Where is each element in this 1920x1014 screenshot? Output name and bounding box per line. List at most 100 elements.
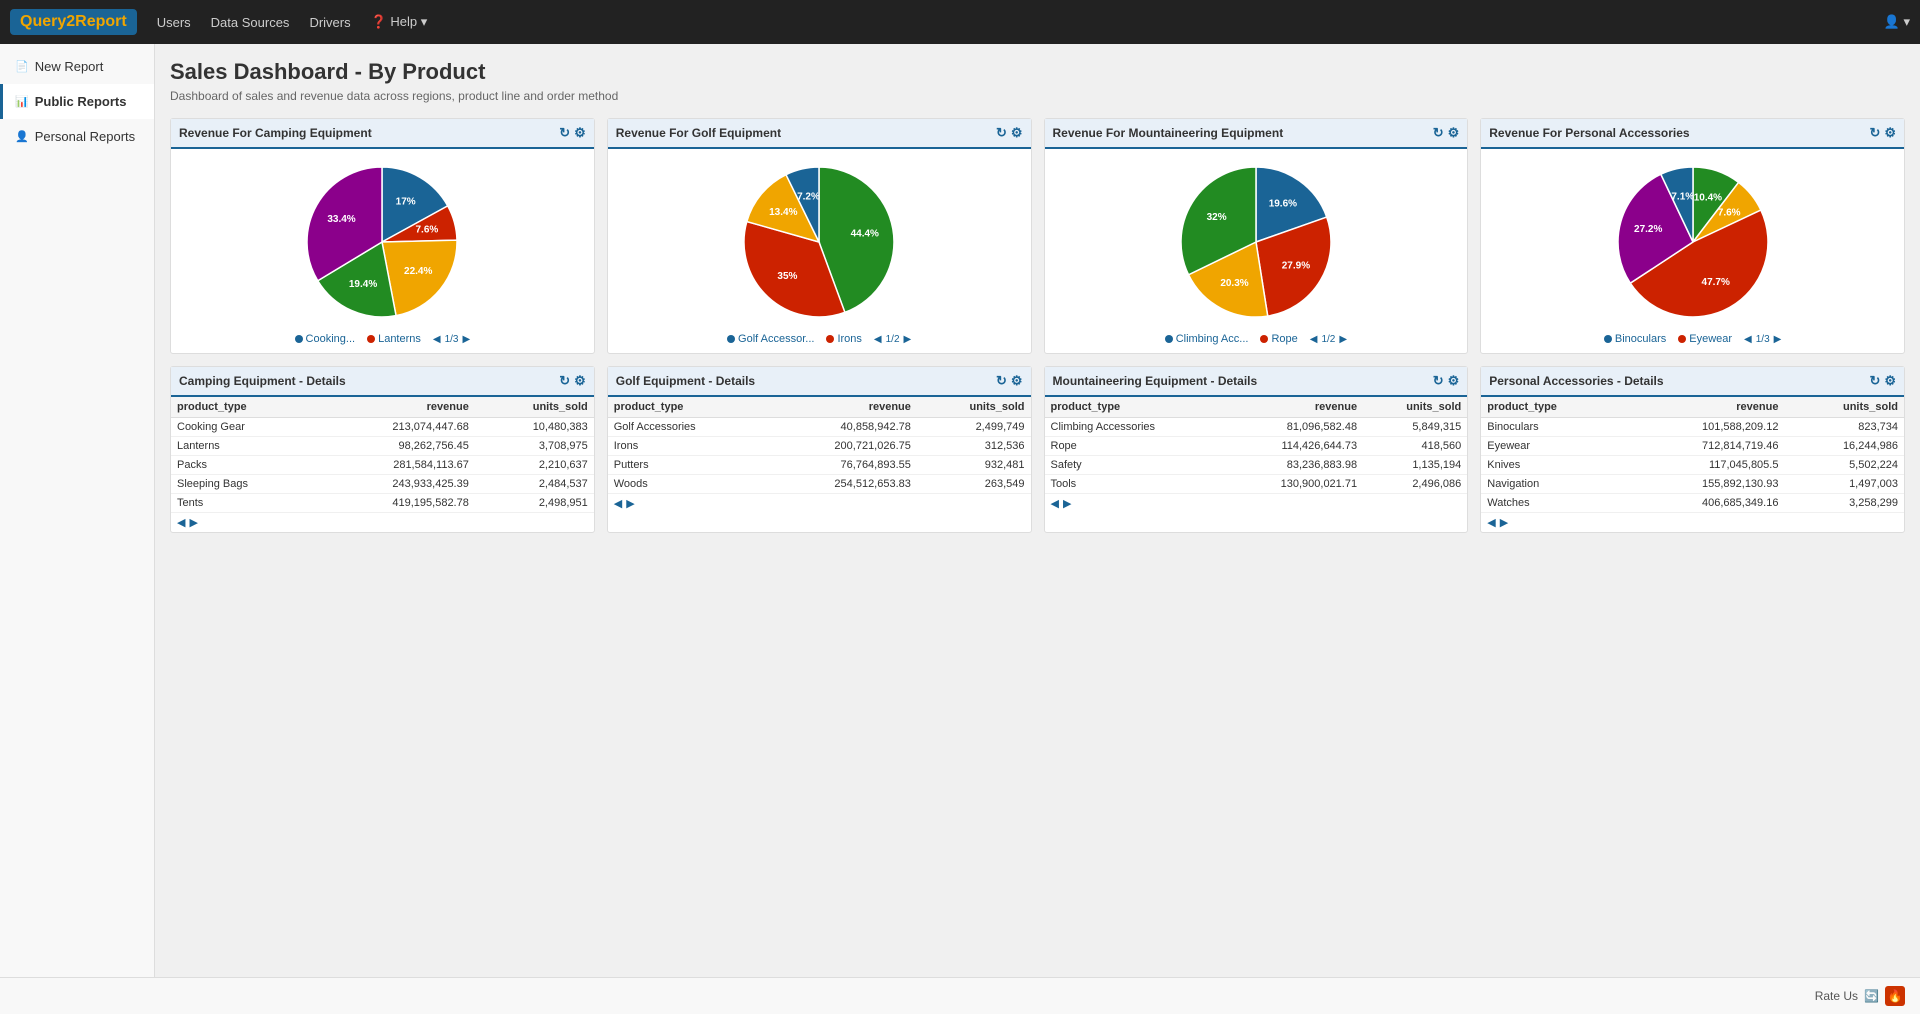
user-menu[interactable]: 👤 ▾ xyxy=(1884,14,1910,30)
table-cell: Navigation xyxy=(1481,475,1627,494)
table-nav-camping-table[interactable]: ◀ ▶ xyxy=(171,513,594,532)
table-settings-icon[interactable]: ⚙ xyxy=(574,373,586,389)
table-cell: Safety xyxy=(1045,456,1226,475)
chart-header-golf: Revenue For Golf Equipment ↻ ⚙ xyxy=(608,119,1031,149)
footer-fire-icon[interactable]: 🔥 xyxy=(1885,986,1905,1006)
chart-nav-golf[interactable]: ◀ 1/2 ▶ xyxy=(874,334,911,345)
table-row: Golf Accessories40,858,942.782,499,749 xyxy=(608,418,1031,437)
chart-legend-golf: Golf Accessor... Irons◀ 1/2 ▶ xyxy=(727,333,911,345)
table-settings-icon[interactable]: ⚙ xyxy=(1448,373,1460,389)
pie-label-0: 44.4% xyxy=(851,228,879,239)
chart-refresh-icon-golf[interactable]: ↻ xyxy=(996,125,1007,141)
table-next-icon[interactable]: ▶ xyxy=(189,516,197,529)
pie-label-0: 17% xyxy=(396,197,416,208)
table-nav-mountaineering-table[interactable]: ◀ ▶ xyxy=(1045,494,1468,513)
legend-label: Binoculars xyxy=(1615,333,1666,345)
pie-label-4: 33.4% xyxy=(328,214,356,225)
nav-drivers[interactable]: Drivers xyxy=(309,15,350,30)
table-refresh-icon[interactable]: ↻ xyxy=(1869,373,1880,389)
prev-icon[interactable]: ◀ xyxy=(1744,334,1752,345)
table-refresh-icon[interactable]: ↻ xyxy=(1433,373,1444,389)
data-table-camping-table: product_typerevenueunits_soldCooking Gea… xyxy=(171,397,594,513)
table-settings-icon[interactable]: ⚙ xyxy=(1011,373,1023,389)
table-cell: 76,764,893.55 xyxy=(767,456,917,475)
table-cell: 3,258,299 xyxy=(1784,494,1904,513)
legend-dot xyxy=(1260,335,1268,343)
table-cell: Irons xyxy=(608,437,767,456)
table-cell: 1,135,194 xyxy=(1363,456,1467,475)
chart-nav-mountaineering[interactable]: ◀ 1/2 ▶ xyxy=(1310,334,1347,345)
chart-settings-icon-personal[interactable]: ⚙ xyxy=(1884,125,1896,141)
table-column-header: units_sold xyxy=(1784,397,1904,418)
sidebar-item-new-report[interactable]: 📄 New Report xyxy=(0,49,154,84)
table-column-header: product_type xyxy=(1481,397,1627,418)
table-row: Eyewear712,814,719.4616,244,986 xyxy=(1481,437,1904,456)
next-icon[interactable]: ▶ xyxy=(463,334,471,345)
table-card-personal-table: Personal Accessories - Details ↻ ⚙ produ… xyxy=(1480,366,1905,533)
chart-nav-personal[interactable]: ◀ 1/3 ▶ xyxy=(1744,334,1781,345)
table-prev-icon[interactable]: ◀ xyxy=(177,516,185,529)
table-next-icon[interactable]: ▶ xyxy=(1063,497,1071,510)
next-icon[interactable]: ▶ xyxy=(1339,334,1347,345)
table-refresh-icon[interactable]: ↻ xyxy=(996,373,1007,389)
pie-svg-golf: 44.4%35%13.4%7.2% xyxy=(734,157,904,327)
table-column-header: product_type xyxy=(608,397,767,418)
footer-refresh-icon[interactable]: 🔄 xyxy=(1864,989,1879,1003)
next-icon[interactable]: ▶ xyxy=(1774,334,1782,345)
data-table-golf-table: product_typerevenueunits_soldGolf Access… xyxy=(608,397,1031,494)
table-nav-golf-table[interactable]: ◀ ▶ xyxy=(608,494,1031,513)
table-cell: 5,502,224 xyxy=(1784,456,1904,475)
table-prev-icon[interactable]: ◀ xyxy=(1487,516,1495,529)
chart-nav-camping[interactable]: ◀ 1/3 ▶ xyxy=(433,334,470,345)
prev-icon[interactable]: ◀ xyxy=(874,334,882,345)
nav-data-sources[interactable]: Data Sources xyxy=(211,15,290,30)
table-settings-icon[interactable]: ⚙ xyxy=(1884,373,1896,389)
table-cell: Tents xyxy=(171,494,318,513)
table-cell: 213,074,447.68 xyxy=(318,418,475,437)
chart-refresh-icon-personal[interactable]: ↻ xyxy=(1869,125,1880,141)
table-prev-icon[interactable]: ◀ xyxy=(1051,497,1059,510)
chart-settings-icon-mountaineering[interactable]: ⚙ xyxy=(1448,125,1460,141)
sidebar-item-personal-reports[interactable]: 👤 Personal Reports xyxy=(0,119,154,154)
table-next-icon[interactable]: ▶ xyxy=(626,497,634,510)
chart-refresh-icon-camping[interactable]: ↻ xyxy=(559,125,570,141)
chart-settings-icon-golf[interactable]: ⚙ xyxy=(1011,125,1023,141)
chart-body-personal: 10.4%7.6%47.7%27.2%7.1% Binoculars Eyewe… xyxy=(1481,149,1904,353)
table-cell: 10,480,383 xyxy=(475,418,594,437)
table-row: Rope114,426,644.73418,560 xyxy=(1045,437,1468,456)
sidebar-item-public-reports[interactable]: 📊 Public Reports xyxy=(0,84,154,119)
table-row: Watches406,685,349.163,258,299 xyxy=(1481,494,1904,513)
table-cell: 406,685,349.16 xyxy=(1627,494,1785,513)
nav-help[interactable]: ❓ Help ▾ xyxy=(371,14,428,30)
table-nav-personal-table[interactable]: ◀ ▶ xyxy=(1481,513,1904,532)
table-cell: 243,933,425.39 xyxy=(318,475,475,494)
table-prev-icon[interactable]: ◀ xyxy=(614,497,622,510)
legend-label: Lanterns xyxy=(378,333,421,345)
table-cell: Lanterns xyxy=(171,437,318,456)
chart-legend-camping: Cooking... Lanterns◀ 1/3 ▶ xyxy=(295,333,471,345)
chart-title-golf: Revenue For Golf Equipment xyxy=(616,126,781,140)
chart-body-golf: 44.4%35%13.4%7.2% Golf Accessor... Irons… xyxy=(608,149,1031,353)
next-icon[interactable]: ▶ xyxy=(904,334,912,345)
table-cell: Packs xyxy=(171,456,318,475)
pie-label-1: 7.6% xyxy=(1717,207,1740,218)
table-next-icon[interactable]: ▶ xyxy=(1500,516,1508,529)
app-brand[interactable]: Query2Report xyxy=(10,9,137,35)
prev-icon[interactable]: ◀ xyxy=(433,334,441,345)
nav-users[interactable]: Users xyxy=(157,15,191,30)
chart-refresh-icon-mountaineering[interactable]: ↻ xyxy=(1433,125,1444,141)
chart-card-golf: Revenue For Golf Equipment ↻ ⚙ 44.4%35%1… xyxy=(607,118,1032,354)
pie-svg-mountaineering: 19.6%27.9%20.3%32% xyxy=(1171,157,1341,327)
brand-highlight: 2 xyxy=(66,13,75,30)
table-cell: 712,814,719.46 xyxy=(1627,437,1785,456)
chart-body-camping: 17%7.6%22.4%19.4%33.4% Cooking... Lanter… xyxy=(171,149,594,353)
pie-label-3: 7.2% xyxy=(797,191,820,202)
table-row: Lanterns98,262,756.453,708,975 xyxy=(171,437,594,456)
legend-dot xyxy=(367,335,375,343)
chart-settings-icon-camping[interactable]: ⚙ xyxy=(574,125,586,141)
legend-dot xyxy=(1604,335,1612,343)
table-refresh-icon[interactable]: ↻ xyxy=(559,373,570,389)
table-cell: Eyewear xyxy=(1481,437,1627,456)
prev-icon[interactable]: ◀ xyxy=(1310,334,1318,345)
legend-dot xyxy=(826,335,834,343)
